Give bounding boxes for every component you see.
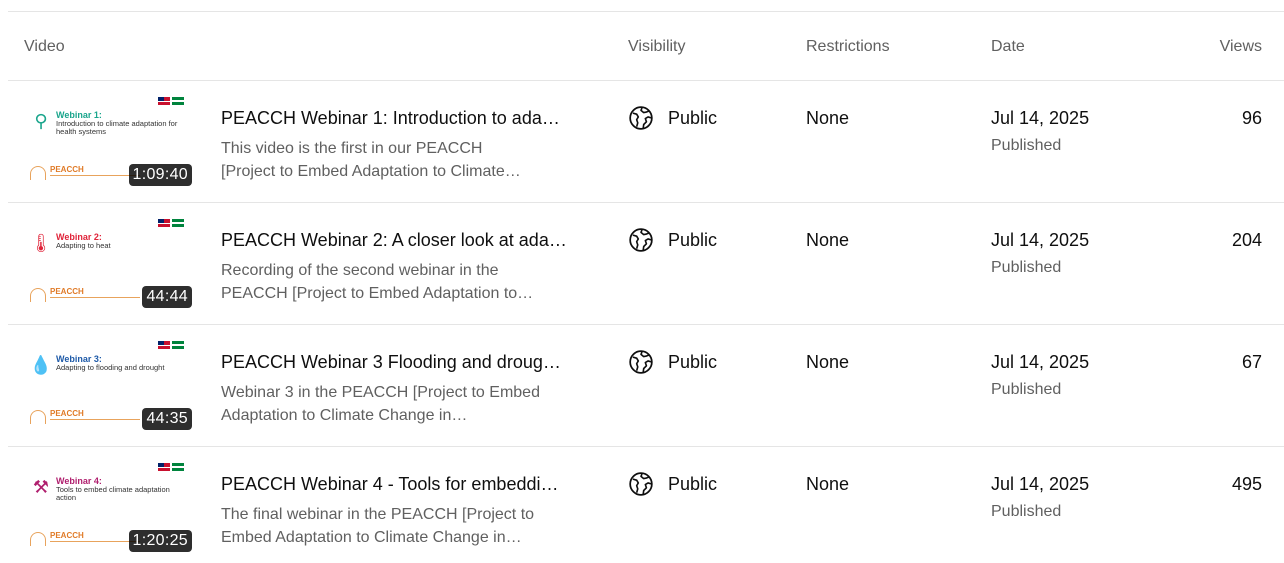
publish-status: Published — [991, 259, 1062, 276]
video-thumbnail[interactable]: ⚒ Webinar 4: Tools to embed climate adap… — [24, 460, 192, 555]
video-description: Webinar 3 in the PEACCH [Project to Embe… — [221, 381, 581, 427]
thumbnail-brand: PEACCH — [50, 287, 84, 296]
date-value: Jul 14, 2025 — [991, 108, 1090, 128]
video-description: Recording of the second webinar in the P… — [221, 259, 581, 305]
globe-icon — [629, 472, 653, 496]
thumbnail-brand: PEACCH — [50, 409, 84, 418]
video-title[interactable]: PEACCH Webinar 1: Introduction to ada… — [221, 108, 581, 129]
partner-logos — [158, 463, 184, 471]
brand-underline — [50, 541, 140, 542]
description-line-1: Recording of the second webinar in the — [221, 262, 499, 279]
flag-icon — [158, 219, 170, 227]
table-row[interactable]: 💧 Webinar 3: Adapting to flooding and dr… — [8, 326, 1284, 447]
date-value: Jul 14, 2025 — [991, 352, 1090, 372]
visibility-label: Public — [668, 107, 718, 128]
duration-badge: 44:35 — [142, 408, 192, 430]
publish-status: Published — [991, 503, 1062, 520]
partner-logos — [158, 219, 184, 227]
duration-badge: 44:44 — [142, 286, 192, 308]
visibility-cell[interactable]: Public — [628, 105, 717, 131]
thumbnail-brand: PEACCH — [50, 165, 84, 174]
visibility-label: Public — [668, 229, 718, 250]
duration-badge: 1:20:25 — [128, 530, 192, 552]
header-date[interactable]: Date — [991, 38, 1025, 56]
views-count: 204 — [1231, 230, 1262, 250]
header-restrictions[interactable]: Restrictions — [806, 38, 890, 56]
flag-icon — [172, 219, 184, 227]
table-row[interactable]: ⚲ Webinar 1: Introduction to climate ada… — [8, 82, 1284, 203]
views-count: 96 — [1241, 108, 1262, 128]
publish-status: Published — [991, 381, 1062, 398]
views-count: 67 — [1241, 352, 1262, 372]
publish-status: Published — [991, 137, 1062, 154]
video-thumbnail[interactable]: 💧 Webinar 3: Adapting to flooding and dr… — [24, 338, 192, 433]
restrictions-value: None — [806, 230, 850, 250]
flag-icon — [158, 97, 170, 105]
bell-logo-icon — [30, 166, 46, 180]
restrictions-value: None — [806, 108, 850, 128]
flag-icon — [158, 463, 170, 471]
bell-logo-icon — [30, 532, 46, 546]
flag-icon — [158, 341, 170, 349]
visibility-label: Public — [668, 473, 718, 494]
partner-logos — [158, 341, 184, 349]
video-thumbnail[interactable]: ⚲ Webinar 1: Introduction to climate ada… — [24, 94, 192, 189]
video-title[interactable]: PEACCH Webinar 4 - Tools for embeddi… — [221, 474, 581, 495]
brand-underline — [50, 419, 140, 420]
description-line-1: This video is the first in our PEACCH — [221, 140, 483, 157]
water-drop-icon: 💧 — [29, 355, 53, 375]
table-header: Video Visibility Restrictions Date Views — [8, 12, 1284, 81]
thumbnail-brand: PEACCH — [50, 531, 84, 540]
visibility-label: Public — [668, 351, 718, 372]
thumbnail-subtitle: Introduction to climate adaptation for h… — [56, 119, 178, 136]
flag-icon — [172, 463, 184, 471]
description-line-2: [Project to Embed Adaptation to Climate… — [221, 163, 521, 180]
globe-icon — [629, 350, 653, 374]
visibility-cell[interactable]: Public — [628, 471, 717, 497]
date-value: Jul 14, 2025 — [991, 474, 1090, 494]
video-thumbnail[interactable]: 🌡 Webinar 2: Adapting to heat PEACCH 44:… — [24, 216, 192, 311]
partner-logos — [158, 97, 184, 105]
flag-icon — [172, 97, 184, 105]
flag-icon — [172, 341, 184, 349]
video-title[interactable]: PEACCH Webinar 3 Flooding and droug… — [221, 352, 581, 373]
restrictions-value: None — [806, 352, 850, 372]
globe-icon — [629, 106, 653, 130]
bell-logo-icon — [30, 410, 46, 424]
description-line-2: Adaptation to Climate Change in… — [221, 407, 468, 424]
date-value: Jul 14, 2025 — [991, 230, 1090, 250]
views-count: 495 — [1231, 474, 1262, 494]
video-title[interactable]: PEACCH Webinar 2: A closer look at ada… — [221, 230, 581, 251]
description-line-2: PEACCH [Project to Embed Adaptation to… — [221, 285, 534, 302]
header-views[interactable]: Views — [1220, 38, 1262, 56]
thumbnail-subtitle: Adapting to heat — [56, 241, 111, 250]
brand-underline — [50, 297, 140, 298]
restrictions-value: None — [806, 474, 850, 494]
visibility-cell[interactable]: Public — [628, 227, 717, 253]
magnifier-icon: ⚲ — [34, 111, 48, 131]
duration-badge: 1:09:40 — [128, 164, 192, 186]
globe-icon — [629, 228, 653, 252]
video-table: Video Visibility Restrictions Date Views… — [8, 0, 1284, 563]
thermometer-icon: 🌡 — [29, 233, 53, 253]
description-line-1: Webinar 3 in the PEACCH [Project to Embe… — [221, 384, 540, 401]
bell-logo-icon — [30, 288, 46, 302]
header-visibility[interactable]: Visibility — [628, 38, 686, 56]
video-description: The final webinar in the PEACCH [Project… — [221, 503, 581, 549]
toolbox-icon: ⚒ — [32, 477, 50, 497]
table-row[interactable]: ⚒ Webinar 4: Tools to embed climate adap… — [8, 448, 1284, 563]
visibility-cell[interactable]: Public — [628, 349, 717, 375]
description-line-2: Embed Adaptation to Climate Change in… — [221, 529, 522, 546]
video-description: This video is the first in our PEACCH [P… — [221, 137, 581, 183]
thumbnail-subtitle: Adapting to flooding and drought — [56, 363, 165, 372]
brand-underline — [50, 175, 140, 176]
description-line-1: The final webinar in the PEACCH [Project… — [221, 506, 535, 523]
header-video[interactable]: Video — [24, 38, 65, 56]
table-row[interactable]: 🌡 Webinar 2: Adapting to heat PEACCH 44:… — [8, 204, 1284, 325]
thumbnail-subtitle: Tools to embed climate adaptation action — [56, 485, 170, 502]
